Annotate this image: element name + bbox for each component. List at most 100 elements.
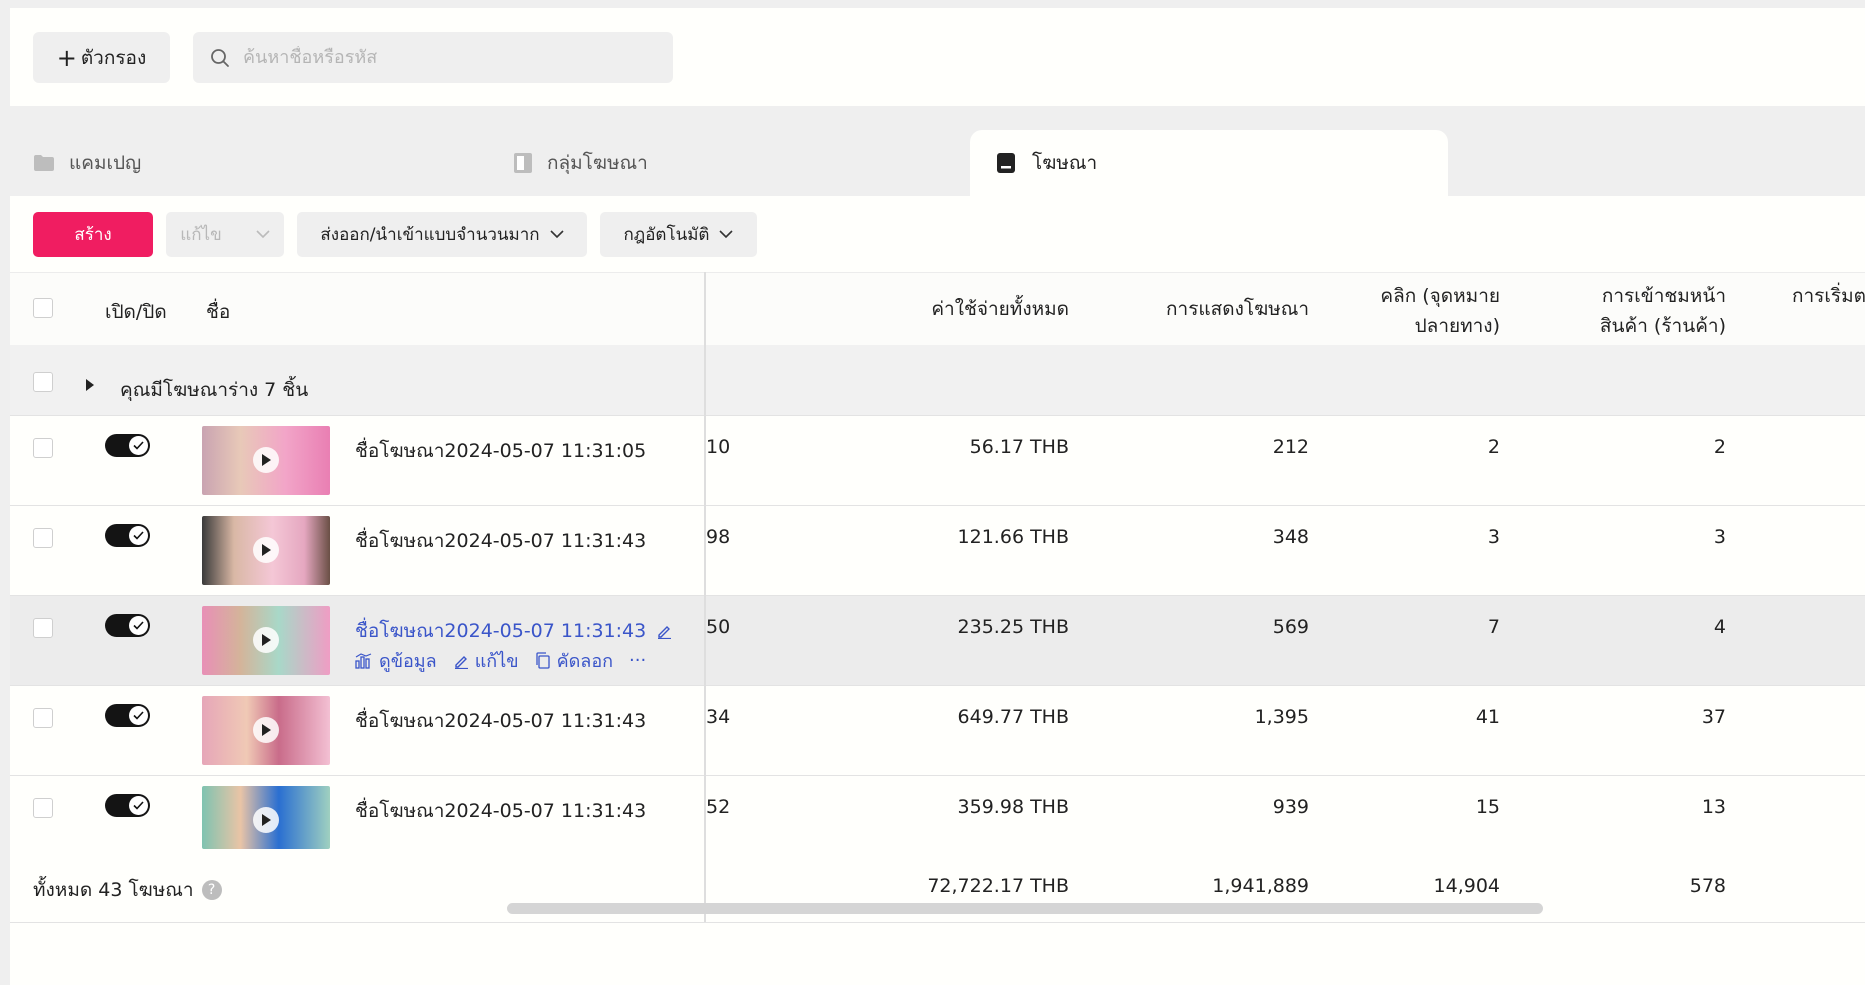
ad-name[interactable]: ชื่อโฆษณา2024-05-07 11:31:43 bbox=[355, 706, 646, 736]
frozen-column-divider bbox=[704, 272, 706, 922]
impressions-value: 348 bbox=[1272, 526, 1309, 548]
spend-value: 235.25 THB bbox=[957, 616, 1069, 638]
ad-name[interactable]: ชื่อโฆษณา2024-05-07 11:31:43 bbox=[355, 796, 646, 826]
view-data-label: ดูข้อมูล bbox=[379, 651, 437, 672]
pageviews-value: 13 bbox=[1701, 796, 1726, 818]
spend-value: 359.98 THB bbox=[957, 796, 1069, 818]
pencil-icon bbox=[454, 655, 468, 669]
check-icon bbox=[133, 621, 144, 630]
clicks-value: 15 bbox=[1475, 796, 1500, 818]
check-icon bbox=[133, 441, 144, 450]
select-all-checkbox[interactable] bbox=[33, 298, 53, 318]
horizontal-scrollbar[interactable] bbox=[507, 903, 1543, 914]
play-icon bbox=[253, 717, 279, 743]
add-filter-button[interactable]: + ตัวกรอง bbox=[33, 32, 170, 83]
prev-column-value: 98 bbox=[706, 526, 731, 548]
column-spend-header[interactable]: ค่าใช้จ่ายทั้งหมด bbox=[860, 294, 1069, 324]
tab-ads[interactable]: โฆษณา bbox=[970, 130, 1448, 196]
caret-right-icon[interactable] bbox=[85, 379, 95, 391]
tab-campaigns[interactable]: แคมเปญ bbox=[33, 130, 141, 196]
automated-rules-dropdown[interactable]: กฎอัตโนมัติ bbox=[600, 212, 757, 257]
help-icon[interactable]: ? bbox=[201, 880, 222, 900]
plus-icon: + bbox=[56, 43, 77, 72]
rules-dropdown-label: กฎอัตโนมัติ bbox=[623, 225, 710, 245]
ad-thumbnail[interactable] bbox=[202, 606, 330, 675]
ad-thumbnail[interactable] bbox=[202, 516, 330, 585]
ad-thumbnail[interactable] bbox=[202, 696, 330, 765]
column-clicks-header[interactable]: คลิก (จุดหมาย ปลายทาง) bbox=[1320, 281, 1500, 341]
chevron-down-icon bbox=[549, 230, 564, 239]
row-checkbox[interactable] bbox=[33, 438, 53, 458]
ad-name[interactable]: ชื่อโฆษณา2024-05-07 11:31:43 bbox=[355, 526, 646, 556]
search-box[interactable] bbox=[193, 32, 673, 83]
add-filter-label: ตัวกรอง bbox=[80, 46, 147, 69]
row-actions: ดูข้อมูล แก้ไข คัดลอก ··· bbox=[355, 646, 662, 675]
pageviews-value: 2 bbox=[1713, 436, 1726, 458]
ad-status-toggle[interactable] bbox=[105, 524, 150, 547]
clicks-value: 7 bbox=[1487, 616, 1500, 638]
spend-value: 56.17 THB bbox=[969, 436, 1069, 458]
ad-icon bbox=[997, 153, 1015, 173]
prev-column-value: 52 bbox=[706, 796, 731, 818]
column-pageviews-line1: การเข้าชมหน้า bbox=[1601, 285, 1726, 307]
bulk-dropdown-label: ส่งออก/นำเข้าแบบจำนวนมาก bbox=[320, 225, 540, 245]
column-cutoff-header[interactable]: การเริ่มต bbox=[1792, 281, 1865, 311]
edit-dropdown-label: แก้ไข bbox=[180, 225, 222, 245]
ad-status-toggle[interactable] bbox=[105, 434, 150, 457]
create-button[interactable]: สร้าง bbox=[33, 212, 153, 257]
edit-dropdown[interactable]: แก้ไข bbox=[166, 212, 284, 257]
ad-status-toggle[interactable] bbox=[105, 794, 150, 817]
tab-ads-label: โฆษณา bbox=[1032, 152, 1098, 174]
total-clicks: 14,904 bbox=[1433, 875, 1500, 897]
column-toggle-header[interactable]: เปิด/ปิด bbox=[105, 297, 167, 327]
ad-name-link[interactable]: ชื่อโฆษณา2024-05-07 11:31:43 bbox=[355, 616, 672, 646]
ad-name[interactable]: ชื่อโฆษณา2024-05-07 11:31:05 bbox=[355, 436, 646, 466]
copy-label: คัดลอก bbox=[556, 651, 614, 672]
column-clicks-line2: ปลายทาง) bbox=[1414, 315, 1500, 337]
column-clicks-line1: คลิก (จุดหมาย bbox=[1380, 285, 1500, 307]
copy-action[interactable]: คัดลอก bbox=[535, 646, 613, 675]
ad-name[interactable]: ชื่อโฆษณา2024-05-07 11:31:43 bbox=[355, 616, 646, 646]
tab-ad-groups-label: กลุ่มโฆษณา bbox=[547, 152, 648, 174]
prev-column-value: 50 bbox=[706, 616, 731, 638]
ad-status-toggle[interactable] bbox=[105, 614, 150, 637]
row-checkbox[interactable] bbox=[33, 708, 53, 728]
bulk-export-import-dropdown[interactable]: ส่งออก/นำเข้าแบบจำนวนมาก bbox=[297, 212, 587, 257]
play-icon bbox=[253, 807, 279, 833]
view-data-action[interactable]: ดูข้อมูล bbox=[355, 646, 437, 675]
row-checkbox[interactable] bbox=[33, 798, 53, 818]
chevron-down-icon bbox=[256, 230, 270, 239]
total-spend: 72,722.17 THB bbox=[927, 875, 1069, 897]
check-icon bbox=[133, 801, 144, 810]
column-pageviews-line2: สินค้า (ร้านค้า) bbox=[1599, 315, 1726, 337]
ad-thumbnail[interactable] bbox=[202, 786, 330, 849]
play-icon bbox=[253, 627, 279, 653]
pencil-icon[interactable] bbox=[656, 623, 672, 639]
clicks-value: 3 bbox=[1487, 526, 1500, 548]
search-input[interactable] bbox=[241, 46, 665, 69]
ad-status-toggle[interactable] bbox=[105, 704, 150, 727]
prev-column-value: 10 bbox=[706, 436, 731, 458]
edit-action[interactable]: แก้ไข bbox=[453, 646, 519, 675]
row-checkbox[interactable] bbox=[33, 528, 53, 548]
ad-thumbnail[interactable] bbox=[202, 426, 330, 495]
column-name-header[interactable]: ชื่อ bbox=[206, 297, 230, 327]
document-icon bbox=[514, 153, 532, 173]
column-impressions-header[interactable]: การแสดงโฆษณา bbox=[1080, 294, 1309, 324]
column-pageviews-header[interactable]: การเข้าชมหน้า สินค้า (ร้านค้า) bbox=[1520, 281, 1726, 341]
chevron-down-icon bbox=[719, 230, 734, 239]
more-actions[interactable]: ··· bbox=[629, 650, 646, 671]
drafts-checkbox[interactable] bbox=[33, 372, 53, 392]
totals-label-wrap: ทั้งหมด 43 โฆษณา ? bbox=[33, 875, 222, 905]
tab-ad-groups[interactable]: กลุ่มโฆษณา bbox=[513, 130, 648, 196]
play-icon bbox=[253, 537, 279, 563]
prev-column-value: 34 bbox=[706, 706, 731, 728]
impressions-value: 569 bbox=[1272, 616, 1309, 638]
row-checkbox[interactable] bbox=[33, 618, 53, 638]
play-icon bbox=[253, 447, 279, 473]
edit-label: แก้ไข bbox=[474, 651, 519, 672]
check-icon bbox=[133, 711, 144, 720]
drafts-label: คุณมีโฆษณาร่าง 7 ชิ้น bbox=[120, 379, 309, 401]
pageviews-value: 4 bbox=[1713, 616, 1726, 638]
impressions-value: 939 bbox=[1272, 796, 1309, 818]
